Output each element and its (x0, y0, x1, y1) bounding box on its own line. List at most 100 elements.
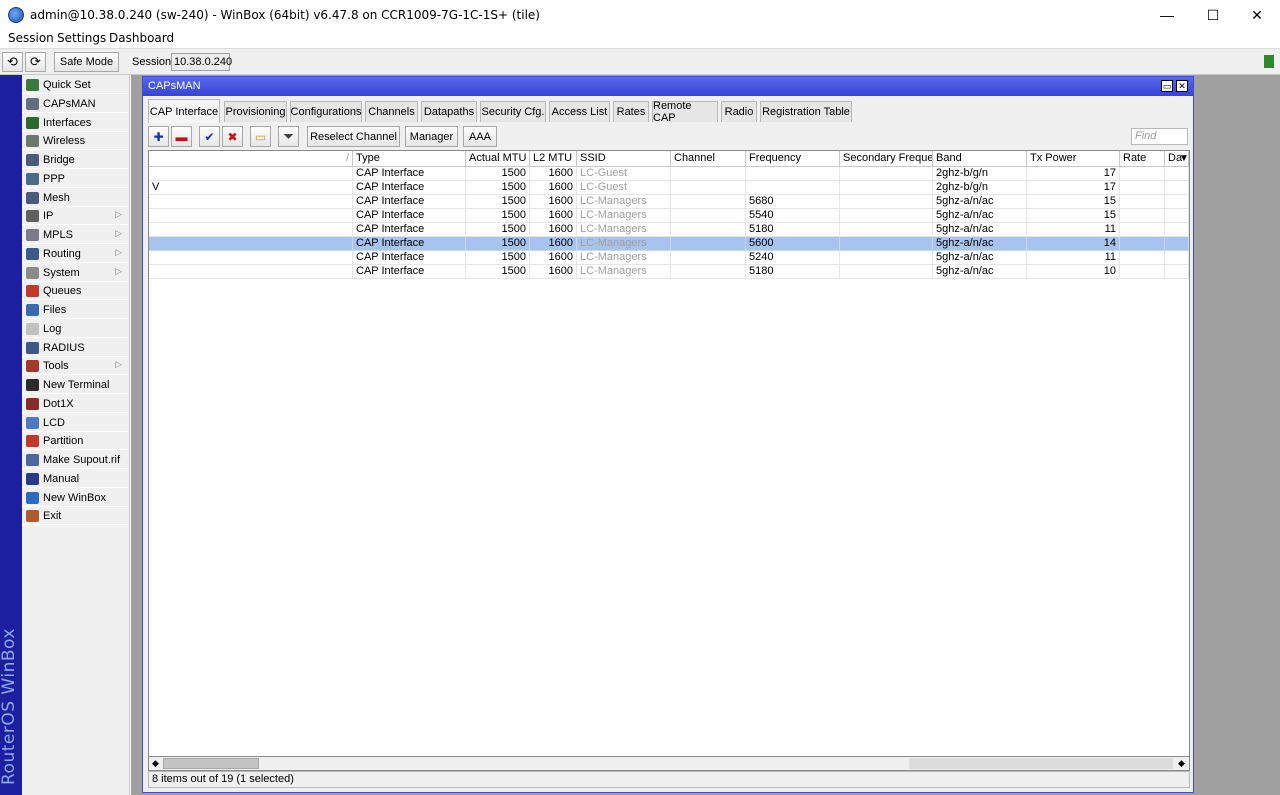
find-input[interactable]: Find (1131, 128, 1188, 145)
sidebar-item-log[interactable]: Log (22, 320, 128, 338)
sidebar-item-quick-set[interactable]: Quick Set (22, 76, 128, 94)
tab-channels[interactable]: Channels (365, 101, 418, 122)
undo-button[interactable]: ⟲ (2, 52, 23, 72)
cell-band: 5ghz-a/n/ac (933, 195, 1027, 209)
table-row[interactable]: CAP Interface 1500 1600 LC-Managers 5240 5ghz… (149, 251, 1189, 265)
sidebar-item-label: New Terminal (43, 379, 110, 391)
redo-button[interactable]: ⟳ (25, 52, 46, 72)
table-row[interactable]: CAP Interface 1500 1600 LC-Managers 5180 5ghz… (149, 265, 1189, 279)
table-row[interactable]: CAP Interface 1500 1600 LC-Managers 5680 5ghz… (149, 195, 1189, 209)
aaa-button[interactable]: AAA (463, 126, 497, 147)
sidebar-item-make-supout-rif[interactable]: Make Supout.rif (22, 451, 128, 469)
sidebar-item-interfaces[interactable]: Interfaces (22, 114, 128, 132)
sidebar-item-radius[interactable]: RADIUS (22, 339, 128, 357)
manager-button[interactable]: Manager (405, 126, 458, 147)
table-row[interactable]: CAP Interface 1500 1600 LC-Managers 5600 5ghz… (149, 237, 1189, 251)
sidebar-item-ppp[interactable]: PPP (22, 170, 128, 188)
column-header[interactable]: Frequency (746, 151, 840, 167)
sidebar-item-label: System (43, 266, 80, 279)
maximize-button[interactable]: ☐ (1190, 0, 1236, 30)
tab-cap-interface[interactable]: CAP Interface (148, 99, 220, 123)
sidebar-item-label: Routing (43, 247, 81, 260)
sidebar-item-mpls[interactable]: MPLS ▷ (22, 226, 128, 244)
column-header[interactable]: SSID (577, 151, 671, 167)
enable-button[interactable]: ✔ (199, 126, 220, 147)
sidebar-item-mesh[interactable]: Mesh (22, 189, 128, 207)
tab-radio[interactable]: Radio (721, 101, 757, 122)
restore-icon[interactable]: ▭ (1161, 80, 1173, 92)
tab-provisioning[interactable]: Provisioning (224, 101, 287, 122)
sidebar-item-capsman[interactable]: CAPsMAN (22, 95, 128, 113)
sidebar-item-partition[interactable]: Partition (22, 432, 128, 451)
tab-remote-cap[interactable]: Remote CAP (652, 100, 718, 124)
scrollbar-thumb[interactable] (163, 758, 259, 769)
session-field[interactable]: 10.38.0.240 (171, 53, 232, 71)
sidebar-item-lcd[interactable]: LCD (22, 414, 128, 432)
filter-button[interactable]: ⏷ (278, 126, 299, 147)
sidebar-item-ip[interactable]: IP ▷ (22, 207, 128, 226)
tab-access-list[interactable]: Access List (549, 101, 610, 122)
sidebar-item-new-terminal[interactable]: New Terminal (22, 376, 128, 394)
capsman-title-bar[interactable]: CAPsMAN ▭ ✕ (143, 77, 1193, 96)
sidebar-item-manual[interactable]: Manual (22, 470, 128, 488)
enable-icon: ✔ (204, 129, 215, 144)
remove-button[interactable]: ▬ (171, 126, 192, 147)
sidebar-item-system[interactable]: System ▷ (22, 264, 128, 282)
column-header[interactable]: Actual MTU (466, 151, 530, 167)
close-button[interactable]: ✕ (1234, 0, 1280, 30)
cell-flag (149, 195, 353, 209)
menu-settings[interactable]: Settings (57, 31, 106, 45)
horizontal-scrollbar[interactable]: ◆ ◆ (148, 756, 1190, 771)
sidebar-item-wireless[interactable]: Wireless (22, 132, 128, 151)
table-row[interactable]: V CAP Interface 1500 1600 LC-Guest 2ghz-b/g/n… (149, 181, 1189, 195)
comment-button[interactable]: ▭ (250, 126, 271, 147)
column-header[interactable]: Channel (671, 151, 746, 167)
column-header[interactable]: Tx Power (1027, 151, 1120, 167)
column-header[interactable]: Rate (1120, 151, 1165, 167)
cell-da (1165, 167, 1189, 181)
table-row[interactable]: CAP Interface 1500 1600 LC-Guest 2ghz-b/g/n 1… (149, 167, 1189, 181)
scroll-left-icon[interactable]: ◆ (152, 758, 159, 769)
sidebar-item-routing[interactable]: Routing ▷ (22, 245, 128, 263)
column-header[interactable]: L2 MTU (530, 151, 577, 167)
menu-dashboard[interactable]: Dashboard (109, 31, 174, 45)
close-window-icon[interactable]: ✕ (1176, 80, 1188, 92)
tab-registration-table[interactable]: Registration Table (760, 101, 852, 122)
tab-rates[interactable]: Rates (613, 101, 649, 122)
sidebar-item-exit[interactable]: Exit (22, 507, 128, 526)
sidebar-item-files[interactable]: Files (22, 301, 128, 319)
tab-datapaths[interactable]: Datapaths (421, 101, 477, 122)
tab-configurations[interactable]: Configurations (290, 101, 362, 122)
sidebar-item-queues[interactable]: Queues (22, 282, 128, 301)
sidebar-item-tools[interactable]: Tools ▷ (22, 357, 128, 376)
minimize-button[interactable]: — (1144, 0, 1190, 30)
column-header[interactable]: Secondary Freque... (840, 151, 933, 167)
scroll-right-icon[interactable]: ◆ (1178, 758, 1185, 769)
table-row[interactable]: CAP Interface 1500 1600 LC-Managers 5540 5ghz… (149, 209, 1189, 223)
routing-icon (26, 247, 39, 260)
cell-actual-mtu: 1500 (466, 195, 530, 209)
cell-tx-power: 11 (1027, 223, 1120, 237)
scrollbar-track-right (909, 758, 1173, 769)
disable-button[interactable]: ✖ (222, 126, 243, 147)
menu-session[interactable]: Session (8, 31, 54, 45)
tools-icon (26, 360, 39, 373)
safe-mode-button[interactable]: Safe Mode (54, 52, 119, 72)
capsman-icon (26, 97, 39, 110)
cell-ssid: LC-Managers (577, 223, 671, 237)
sidebar-item-dot1x[interactable]: Dot1X (22, 395, 128, 413)
column-header[interactable]: / (149, 151, 353, 167)
sidebar-item-bridge[interactable]: Bridge (22, 151, 128, 169)
add-button[interactable]: ✚ (148, 126, 169, 147)
cell-da (1165, 265, 1189, 279)
column-header[interactable]: Type (353, 151, 466, 167)
cell-type: CAP Interface (353, 251, 466, 265)
cell-channel (671, 251, 746, 265)
tab-security-cfg[interactable]: Security Cfg. (480, 101, 546, 122)
reselect-channel-button[interactable]: Reselect Channel (307, 126, 400, 147)
sidebar-item-label: New WinBox (43, 491, 106, 504)
table-row[interactable]: CAP Interface 1500 1600 LC-Managers 5180 5ghz… (149, 223, 1189, 237)
column-header[interactable]: Band (933, 151, 1027, 167)
column-menu-icon[interactable]: ▼ (1179, 153, 1189, 164)
sidebar-item-new-winbox[interactable]: New WinBox (22, 489, 128, 507)
